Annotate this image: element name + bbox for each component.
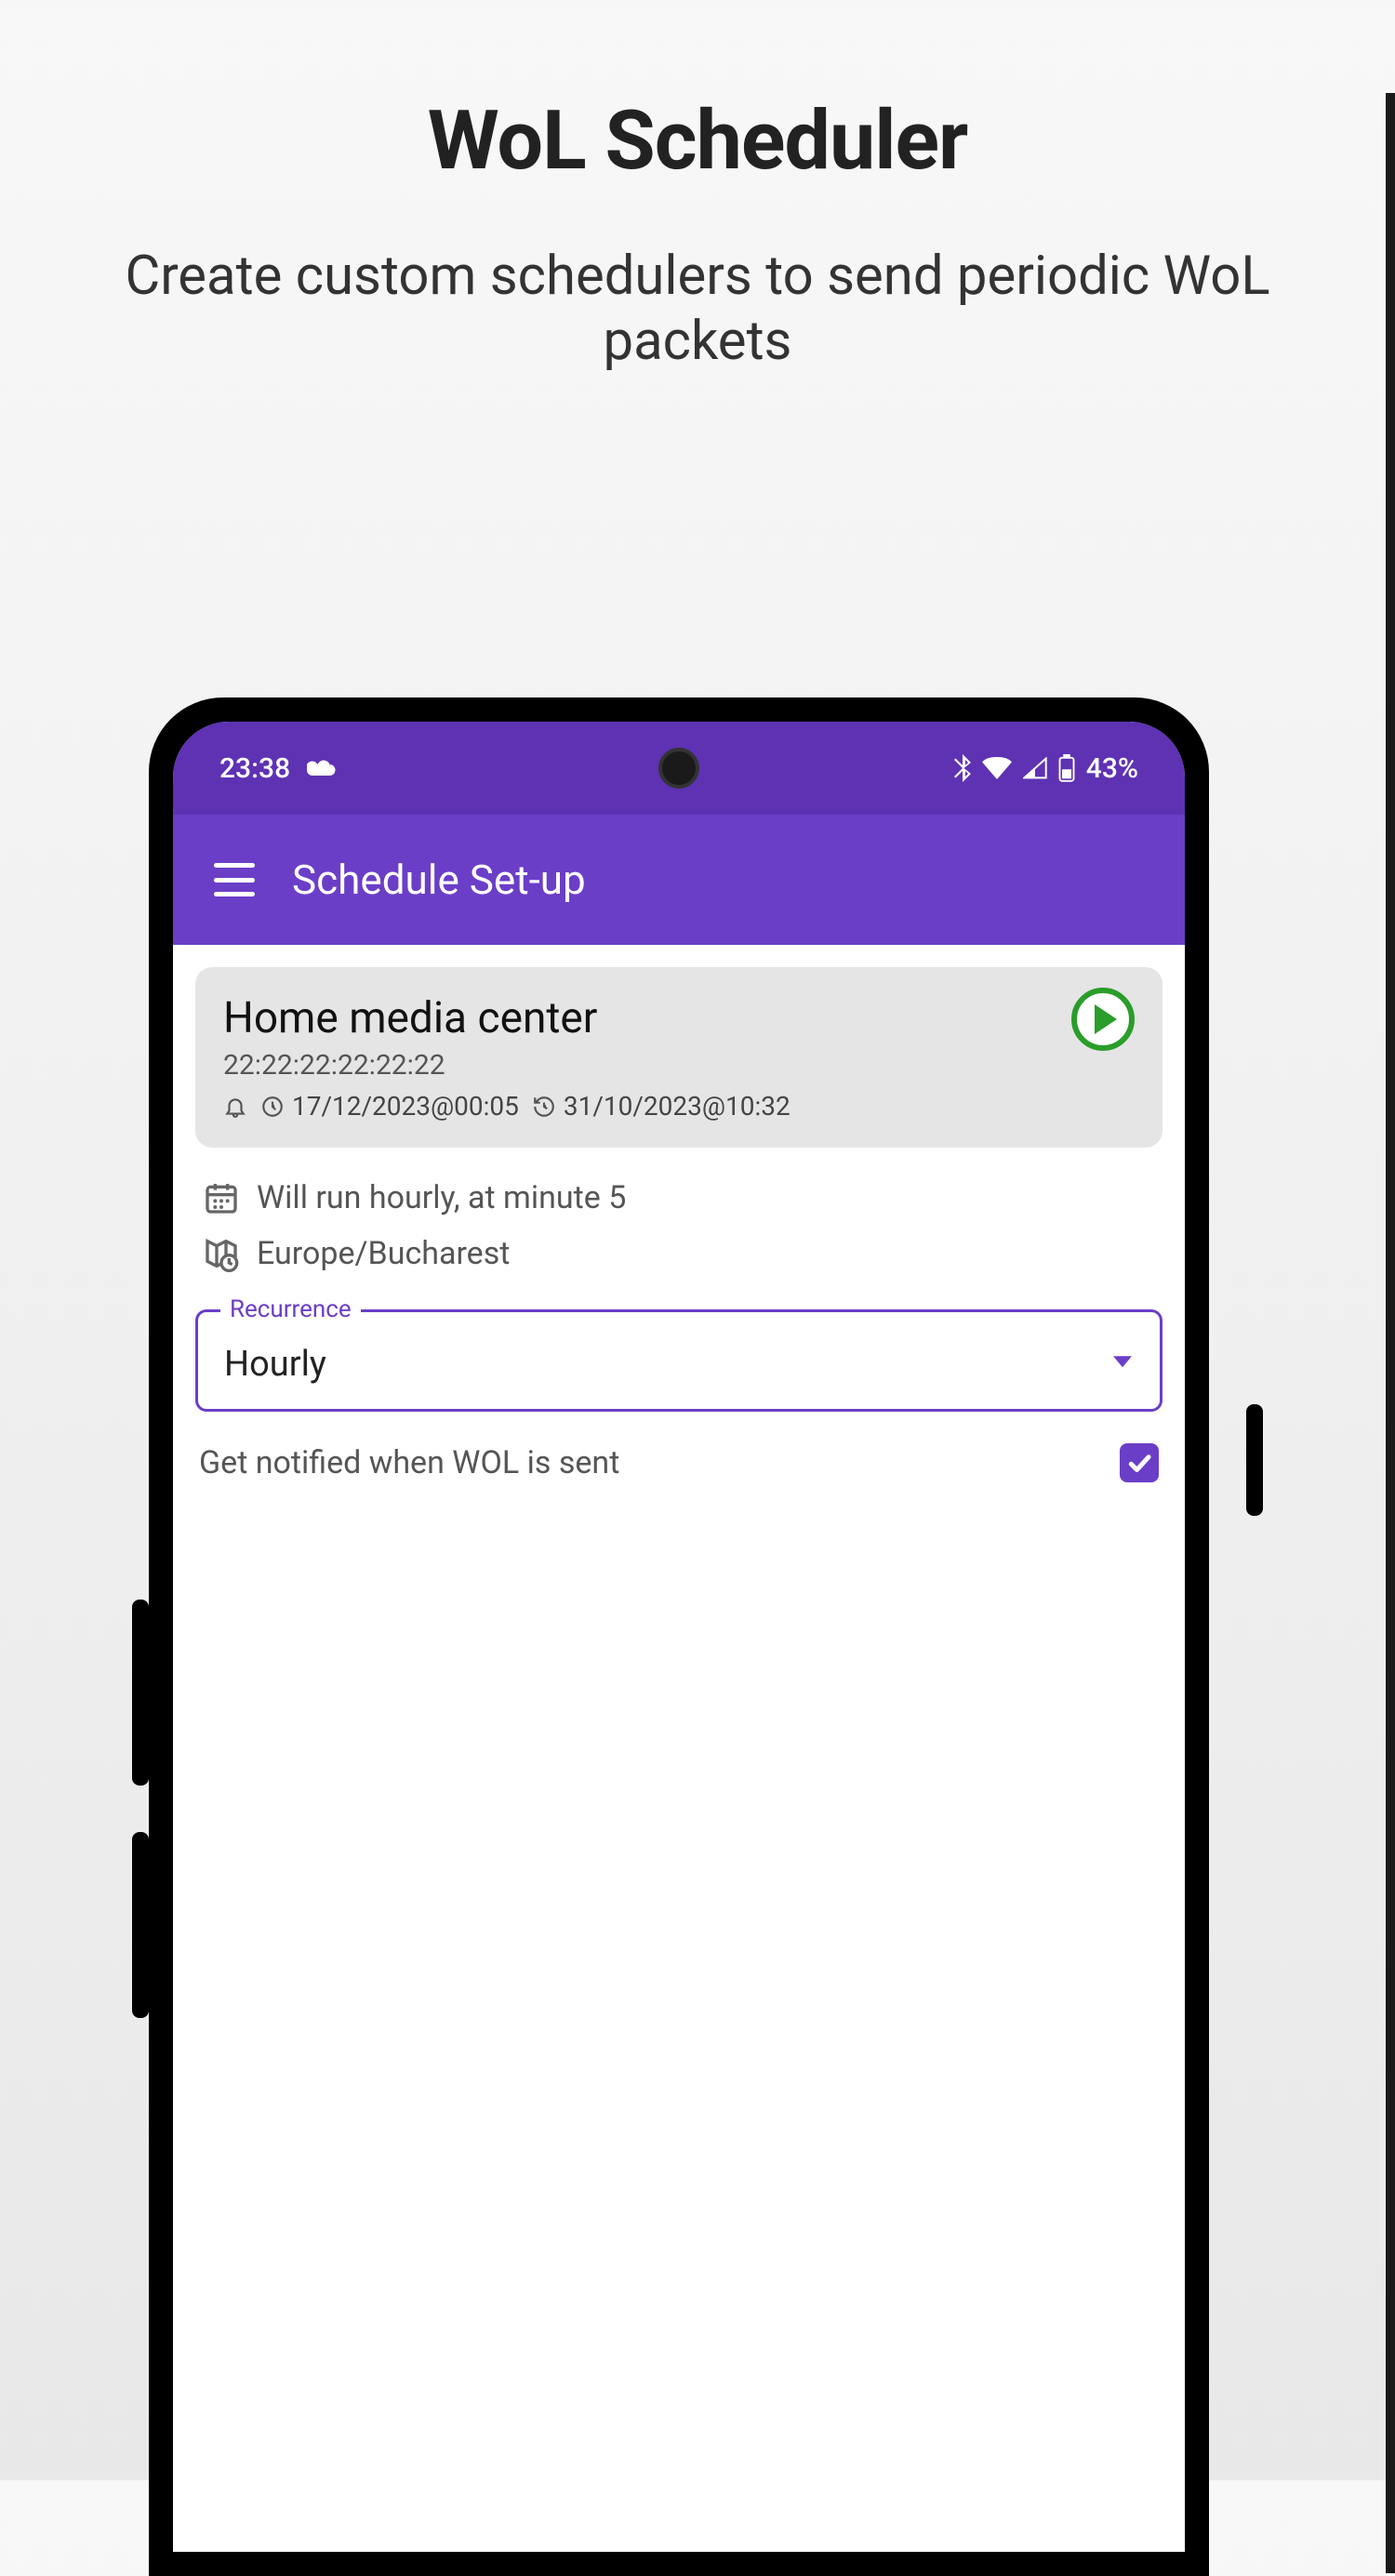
app-bar: Schedule Set-up xyxy=(173,815,1185,945)
device-mac: 22:22:22:22:22:22 xyxy=(223,1049,1135,1082)
chevron-down-icon xyxy=(1113,1356,1132,1367)
promo-subtitle: Create custom schedulers to send periodi… xyxy=(0,245,1395,374)
phone-frame: 23:38 43% Schedule Set-up Home media cen… xyxy=(149,697,1209,2576)
promo-title: WoL Scheduler xyxy=(0,93,1395,189)
bell-icon xyxy=(223,1095,247,1119)
menu-icon[interactable] xyxy=(214,863,255,896)
status-time: 23:38 xyxy=(219,752,290,785)
schedule-summary: Will run hourly, at minute 5 xyxy=(257,1179,626,1216)
status-bar: 23:38 43% xyxy=(173,722,1185,815)
device-name: Home media center xyxy=(223,993,1135,1043)
timezone-row: Europe/Bucharest xyxy=(195,1226,1162,1281)
timezone-icon xyxy=(203,1235,240,1272)
phone-power-button xyxy=(1246,1404,1263,1516)
notify-label: Get notified when WOL is sent xyxy=(199,1444,619,1481)
history-icon xyxy=(532,1095,556,1119)
play-button[interactable] xyxy=(1071,988,1135,1051)
next-run-time: 17/12/2023@00:05 xyxy=(292,1091,519,1122)
last-run-time: 31/10/2023@10:32 xyxy=(564,1091,790,1122)
bluetooth-icon xyxy=(954,754,971,782)
recurrence-value: Hourly xyxy=(224,1344,1134,1385)
page-title: Schedule Set-up xyxy=(292,856,586,904)
status-battery: 43% xyxy=(1086,752,1138,785)
phone-volume-up xyxy=(132,1600,149,1786)
page-divider xyxy=(1386,93,1395,2573)
phone-volume-down xyxy=(132,1832,149,2018)
notify-checkbox[interactable] xyxy=(1120,1443,1159,1482)
calendar-icon xyxy=(203,1179,240,1216)
timezone-value: Europe/Bucharest xyxy=(257,1235,510,1272)
battery-icon xyxy=(1058,754,1075,782)
recurrence-select[interactable]: Recurrence Hourly xyxy=(195,1309,1162,1412)
schedule-summary-row: Will run hourly, at minute 5 xyxy=(195,1170,1162,1226)
cloud-icon xyxy=(307,757,337,779)
phone-screen: 23:38 43% Schedule Set-up Home media cen… xyxy=(173,722,1185,2552)
camera-notch xyxy=(658,748,699,789)
recurrence-label: Recurrence xyxy=(220,1295,361,1323)
clock-icon xyxy=(260,1095,285,1119)
signal-icon xyxy=(1023,757,1047,779)
device-card[interactable]: Home media center 22:22:22:22:22:22 17/1… xyxy=(195,967,1162,1148)
play-icon xyxy=(1095,1004,1117,1034)
check-icon xyxy=(1125,1449,1153,1477)
wifi-icon xyxy=(982,757,1012,779)
